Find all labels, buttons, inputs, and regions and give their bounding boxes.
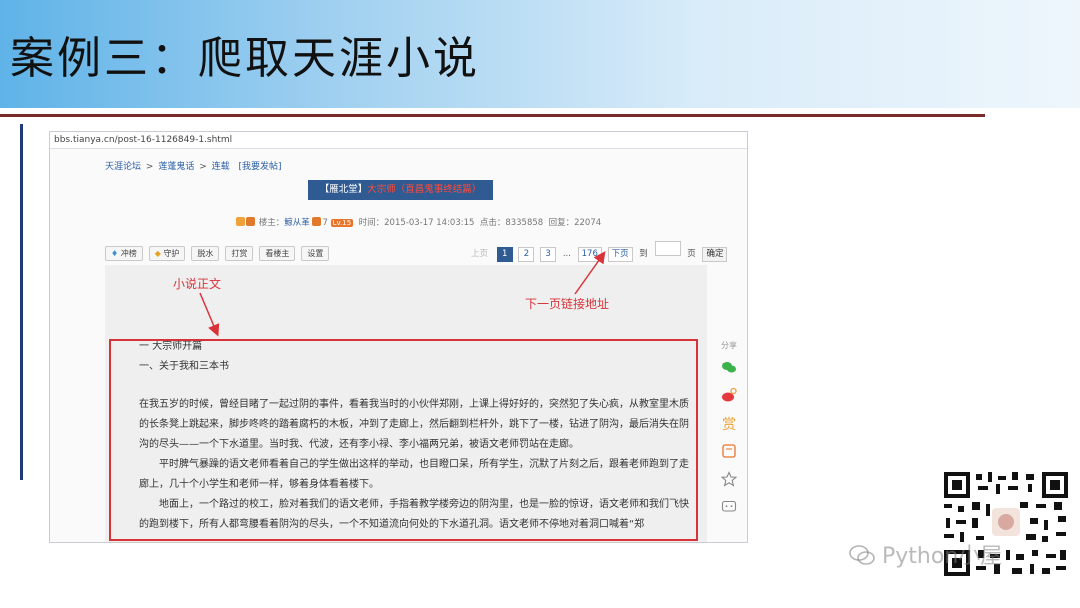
score-icon bbox=[312, 217, 322, 226]
post-title: 【雁北堂】大宗师（直昌鬼事终结篇） bbox=[308, 180, 493, 200]
author-only-button[interactable]: 看楼主 bbox=[259, 246, 296, 261]
header-divider bbox=[0, 114, 985, 117]
breadcrumb-item-forum[interactable]: 天涯论坛 bbox=[105, 162, 141, 172]
breadcrumb: 天涯论坛 > 莲蓬鬼话 > 连载 [我要发帖] bbox=[105, 159, 284, 172]
watermark-text: Python小屋 bbox=[882, 544, 1003, 569]
prev-page-button: 上页 bbox=[471, 249, 489, 259]
svg-text:赏: 赏 bbox=[722, 417, 736, 431]
post-meta: 楼主：鲸从革 7 Lv.15 时间：2015-03-17 14:03:15 点击… bbox=[236, 216, 601, 228]
page-3-button[interactable]: 3 bbox=[540, 247, 557, 262]
medal-icon bbox=[246, 217, 255, 226]
share-sidebar: 分享 赏 bbox=[714, 340, 744, 527]
url-text: bbs.tianya.cn/post-16-1126849-1.shtml bbox=[54, 135, 233, 145]
settings-button[interactable]: 设置 bbox=[301, 246, 330, 261]
address-bar[interactable]: bbs.tianya.cn/post-16-1126849-1.shtml bbox=[50, 132, 747, 149]
wechat-watermark-icon bbox=[849, 545, 875, 565]
pagination: 上页 1 2 3 ... 176 下页 到 页 确定 bbox=[468, 241, 730, 263]
wechat-icon[interactable] bbox=[721, 359, 737, 375]
breadcrumb-item-board[interactable]: 莲蓬鬼话 bbox=[158, 162, 194, 172]
badge-icon bbox=[236, 217, 245, 226]
post-clicks: 8335858 bbox=[505, 218, 544, 228]
last-page-button[interactable]: 176 bbox=[577, 247, 602, 262]
breadcrumb-separator: > bbox=[199, 162, 207, 172]
guard-button[interactable]: ◆ 守护 bbox=[148, 246, 186, 261]
star-icon[interactable] bbox=[721, 471, 737, 487]
clicks-label: 点击： bbox=[479, 218, 506, 228]
page-1-button[interactable]: 1 bbox=[496, 247, 513, 262]
level-badge: Lv.15 bbox=[330, 219, 354, 227]
watermark: Python小屋 bbox=[848, 538, 1002, 570]
diamond-icon: ♦ bbox=[111, 249, 119, 258]
post-time: 2015-03-17 14:03:15 bbox=[384, 218, 475, 228]
comment-icon[interactable] bbox=[721, 499, 737, 515]
left-accent-bar bbox=[20, 124, 23, 480]
tip-button[interactable]: 打赏 bbox=[225, 246, 254, 261]
shield-icon: ◆ bbox=[154, 249, 161, 258]
post-toolbar: ♦ 冲榜 ◆ 守护 脱水 打赏 看楼主 设置 bbox=[105, 241, 335, 261]
post-replies: 22074 bbox=[574, 218, 602, 228]
next-page-button[interactable]: 下页 bbox=[607, 247, 633, 262]
goto-label: 到 bbox=[639, 249, 648, 259]
share-label: 分享 bbox=[721, 341, 737, 350]
rank-button[interactable]: ♦ 冲榜 bbox=[105, 246, 143, 261]
author-link[interactable]: 鲸从革 bbox=[284, 218, 310, 228]
pager-ellipsis: ... bbox=[562, 249, 571, 259]
rank-button-label: 冲榜 bbox=[120, 249, 137, 258]
weibo-icon[interactable] bbox=[721, 387, 737, 403]
annotation-next-page-label: 下一页链接地址 bbox=[525, 297, 610, 311]
author-score: 7 bbox=[322, 218, 328, 228]
replies-label: 回复： bbox=[548, 218, 575, 228]
content-highlight-box bbox=[109, 339, 698, 541]
breadcrumb-separator: > bbox=[145, 162, 154, 172]
slide-title: 案例三：爬取天涯小说 bbox=[10, 33, 480, 84]
post-title-prefix: 【雁北堂】 bbox=[319, 184, 368, 195]
page-2-button[interactable]: 2 bbox=[518, 247, 535, 262]
new-post-link[interactable]: [我要发帖] bbox=[239, 162, 282, 172]
annotation-content-label: 小说正文 bbox=[173, 277, 222, 291]
time-label: 时间： bbox=[358, 218, 385, 228]
page-number-input[interactable] bbox=[654, 241, 681, 256]
breadcrumb-item-serial[interactable]: 连载 bbox=[212, 162, 230, 172]
author-label: 楼主： bbox=[258, 218, 285, 228]
dehydrate-button[interactable]: 脱水 bbox=[191, 246, 220, 261]
post-title-main: 大宗师（直昌鬼事终结篇） bbox=[367, 184, 482, 195]
slide-header: 案例三：爬取天涯小说 bbox=[0, 0, 1080, 108]
page-unit-label: 页 bbox=[687, 249, 696, 259]
bookmark-icon[interactable] bbox=[721, 443, 737, 459]
guard-button-label: 守护 bbox=[163, 249, 180, 258]
goto-confirm-button[interactable]: 确定 bbox=[702, 247, 728, 262]
reward-icon[interactable]: 赏 bbox=[721, 415, 737, 431]
